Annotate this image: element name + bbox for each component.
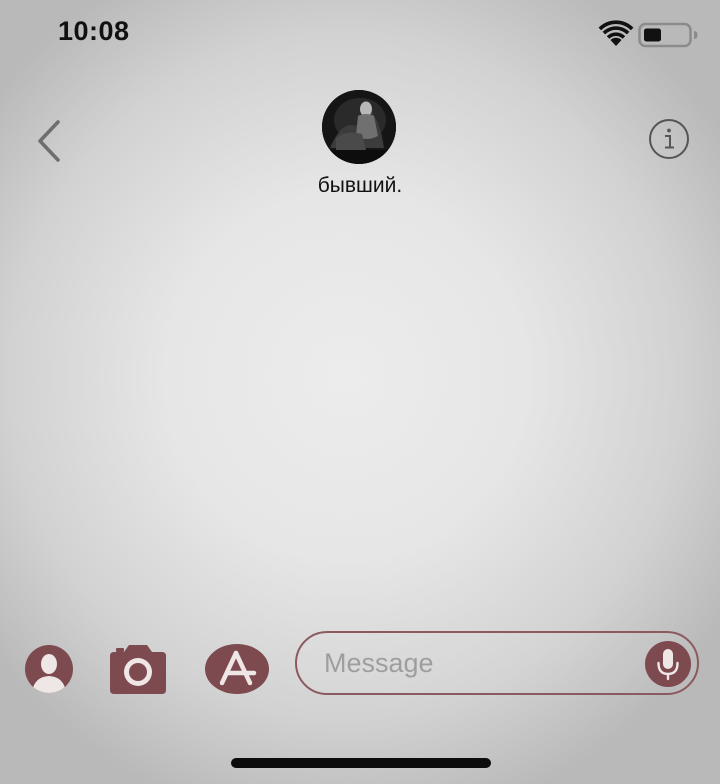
wifi-icon [598, 20, 634, 46]
contact-name[interactable]: бывший. [0, 174, 720, 198]
battery-icon [638, 22, 698, 48]
app-store-button[interactable] [204, 643, 270, 695]
microphone-button[interactable] [645, 641, 691, 687]
avatar[interactable] [322, 90, 396, 164]
status-time: 10:08 [58, 16, 130, 46]
info-icon[interactable] [648, 118, 690, 160]
message-input[interactable]: Message [295, 631, 699, 695]
home-indicator[interactable] [231, 758, 491, 768]
contact-photo-icon [322, 90, 396, 164]
camera-button[interactable] [106, 642, 170, 696]
message-placeholder: Message [324, 648, 434, 678]
back-chevron-icon[interactable] [30, 118, 70, 164]
camera-icon [110, 645, 166, 694]
contact-person-button[interactable] [24, 644, 74, 694]
